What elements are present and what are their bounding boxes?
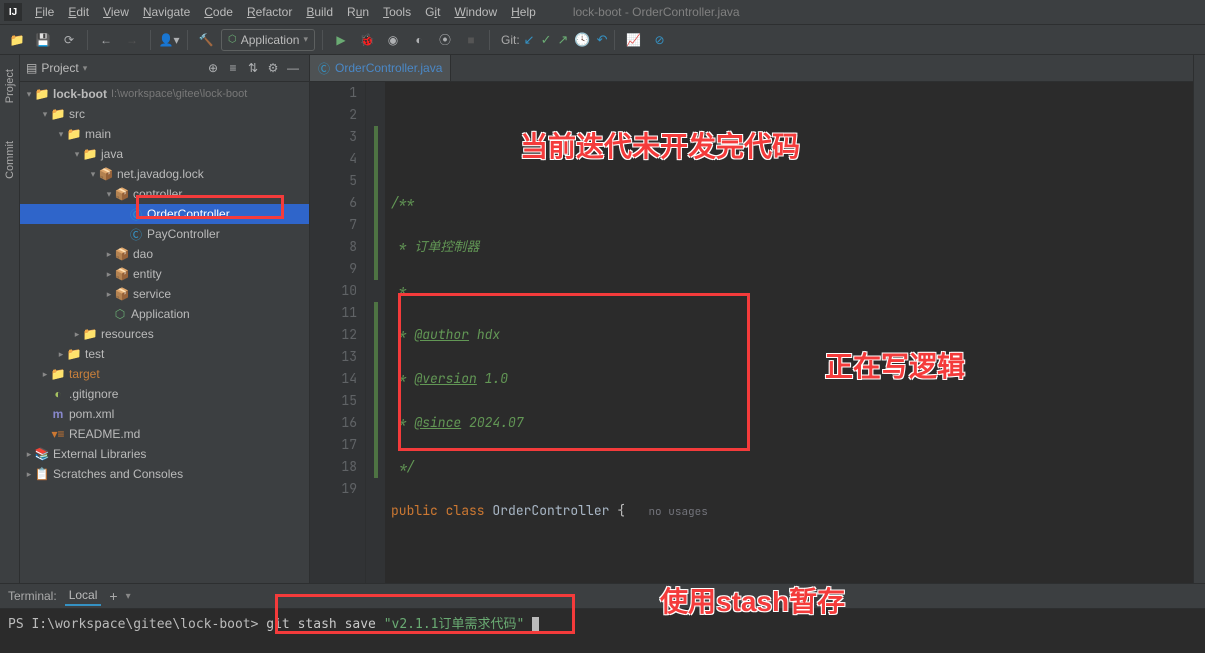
tree-main[interactable]: ▾📁main <box>20 124 309 144</box>
commit-tool-tab[interactable]: Commit <box>4 137 16 183</box>
tree-application[interactable]: ⬡Application <box>20 304 309 324</box>
project-icon: ▤ <box>26 61 37 75</box>
git-history-icon[interactable]: 🕓 <box>574 32 590 48</box>
editor-tab-ordercontroller[interactable]: Ⓒ OrderController.java <box>310 55 451 81</box>
tree-src[interactable]: ▾📁src <box>20 104 309 124</box>
chart-icon[interactable]: 📈 <box>622 29 644 51</box>
project-sidebar: ▤ Project ▾ ⊕ ≡ ⇅ ⚙ — ▾📁 lock-boot I:\wo… <box>20 55 310 583</box>
java-class-icon: Ⓒ <box>318 60 330 77</box>
git-label: Git: <box>501 33 520 47</box>
tree-test[interactable]: ▸📁test <box>20 344 309 364</box>
select-opened-file-icon[interactable]: ⊕ <box>203 58 223 78</box>
settings-icon[interactable]: ⚙ <box>263 58 283 78</box>
tree-pom[interactable]: mpom.xml <box>20 404 309 424</box>
concurrent-icon[interactable]: ⦿ <box>434 29 456 51</box>
terminal-dropdown-icon[interactable]: ▾ <box>126 591 131 602</box>
menu-navigate[interactable]: Navigate <box>136 5 197 19</box>
tree-target[interactable]: ▸📁target <box>20 364 309 384</box>
ide-logo-icon: IJ <box>4 3 22 21</box>
terminal-panel: Terminal: Local + ▾ PS I:\workspace\gite… <box>0 583 1205 653</box>
sync-icon[interactable]: ⟳ <box>58 29 80 51</box>
terminal-tab-local[interactable]: Local <box>65 586 102 606</box>
terminal-prompt: PS I:\workspace\gitee\lock-boot> <box>8 617 258 632</box>
expand-all-icon[interactable]: ≡ <box>223 58 243 78</box>
run-config-selector[interactable]: ⬡ Application ▾ <box>221 29 315 51</box>
tree-entity[interactable]: ▸📦entity <box>20 264 309 284</box>
tree-scratches[interactable]: ▸📋Scratches and Consoles <box>20 464 309 484</box>
profile-icon[interactable]: ◐ <box>408 29 430 51</box>
build-icon[interactable]: 🔨 <box>195 29 217 51</box>
git-push-icon[interactable]: ↗ <box>557 32 568 48</box>
spring-boot-icon: ⬡ <box>228 34 237 45</box>
menu-help[interactable]: Help <box>504 5 543 19</box>
debug-icon[interactable]: 🐞 <box>356 29 378 51</box>
tree-controller[interactable]: ▾📦controller <box>20 184 309 204</box>
line-number-gutter: 12345678910111213141516171819 <box>310 82 365 583</box>
git-commit-icon[interactable]: ✓ <box>541 32 552 48</box>
editor-pane: Ⓒ OrderController.java 12345678910111213… <box>310 55 1205 583</box>
tree-service[interactable]: ▸📦service <box>20 284 309 304</box>
save-all-icon[interactable]: 💾 <box>32 29 54 51</box>
git-rollback-icon[interactable]: ↶ <box>597 32 608 48</box>
terminal-new-tab-icon[interactable]: + <box>109 588 117 604</box>
forward-icon[interactable]: → <box>121 29 143 51</box>
run-config-name: Application <box>241 33 300 47</box>
left-tool-gutter: Project Commit <box>0 55 20 583</box>
project-sidebar-header: ▤ Project ▾ ⊕ ≡ ⇅ ⚙ — <box>20 55 309 82</box>
project-tree[interactable]: ▾📁 lock-boot I:\workspace\gitee\lock-boo… <box>20 82 309 583</box>
menu-view[interactable]: View <box>96 5 136 19</box>
fold-gutter <box>365 82 385 583</box>
code-content[interactable]: /** * 订单控制器 * * @author hdx * @version 1… <box>385 82 1205 583</box>
user-dropdown-icon[interactable]: 👤▾ <box>158 29 180 51</box>
menu-tools[interactable]: Tools <box>376 5 418 19</box>
disable-icon[interactable]: ⊘ <box>648 29 670 51</box>
menu-git[interactable]: Git <box>418 5 447 19</box>
menu-build[interactable]: Build <box>299 5 340 19</box>
menu-bar: IJ File Edit View Navigate Code Refactor… <box>0 0 1205 25</box>
menu-code[interactable]: Code <box>197 5 240 19</box>
git-update-icon[interactable]: ↙ <box>524 32 535 48</box>
tree-external-libs[interactable]: ▸📚External Libraries <box>20 444 309 464</box>
tree-package[interactable]: ▾📦net.javadog.lock <box>20 164 309 184</box>
collapse-all-icon[interactable]: ⇅ <box>243 58 263 78</box>
menu-run[interactable]: Run <box>340 5 376 19</box>
terminal-tabs: Terminal: Local + ▾ <box>0 584 1205 609</box>
coverage-icon[interactable]: ◉ <box>382 29 404 51</box>
menu-refactor[interactable]: Refactor <box>240 5 299 19</box>
back-icon[interactable]: ← <box>95 29 117 51</box>
editor-tabs: Ⓒ OrderController.java <box>310 55 1205 82</box>
tree-dao[interactable]: ▸📦dao <box>20 244 309 264</box>
tree-resources[interactable]: ▸📁resources <box>20 324 309 344</box>
tree-ordercontroller[interactable]: ⒸOrderController <box>20 204 309 224</box>
terminal-body[interactable]: PS I:\workspace\gitee\lock-boot> git sta… <box>0 609 1205 653</box>
terminal-label: Terminal: <box>8 589 57 603</box>
tree-readme[interactable]: ▾≡README.md <box>20 424 309 444</box>
menu-file[interactable]: File <box>28 5 61 19</box>
tree-java[interactable]: ▾📁java <box>20 144 309 164</box>
toolbar: 📁 💾 ⟳ ← → 👤▾ 🔨 ⬡ Application ▾ ▶ 🐞 ◉ ◐ ⦿… <box>0 25 1205 55</box>
run-icon[interactable]: ▶ <box>330 29 352 51</box>
terminal-cursor <box>532 617 539 632</box>
code-editor[interactable]: 12345678910111213141516171819 /** * 订单控制… <box>310 82 1205 583</box>
open-file-icon[interactable]: 📁 <box>6 29 28 51</box>
tree-gitignore[interactable]: ◐.gitignore <box>20 384 309 404</box>
hide-icon[interactable]: — <box>283 58 303 78</box>
stop-icon[interactable]: ■ <box>460 29 482 51</box>
project-view-selector[interactable]: ▤ Project ▾ <box>26 61 87 75</box>
menu-window[interactable]: Window <box>447 5 504 19</box>
tree-root[interactable]: ▾📁 lock-boot I:\workspace\gitee\lock-boo… <box>20 84 309 104</box>
window-title: lock-boot - OrderController.java <box>573 5 740 19</box>
project-tool-tab[interactable]: Project <box>4 65 16 107</box>
menu-edit[interactable]: Edit <box>61 5 96 19</box>
right-gutter <box>1193 55 1205 583</box>
tree-paycontroller[interactable]: ⒸPayController <box>20 224 309 244</box>
